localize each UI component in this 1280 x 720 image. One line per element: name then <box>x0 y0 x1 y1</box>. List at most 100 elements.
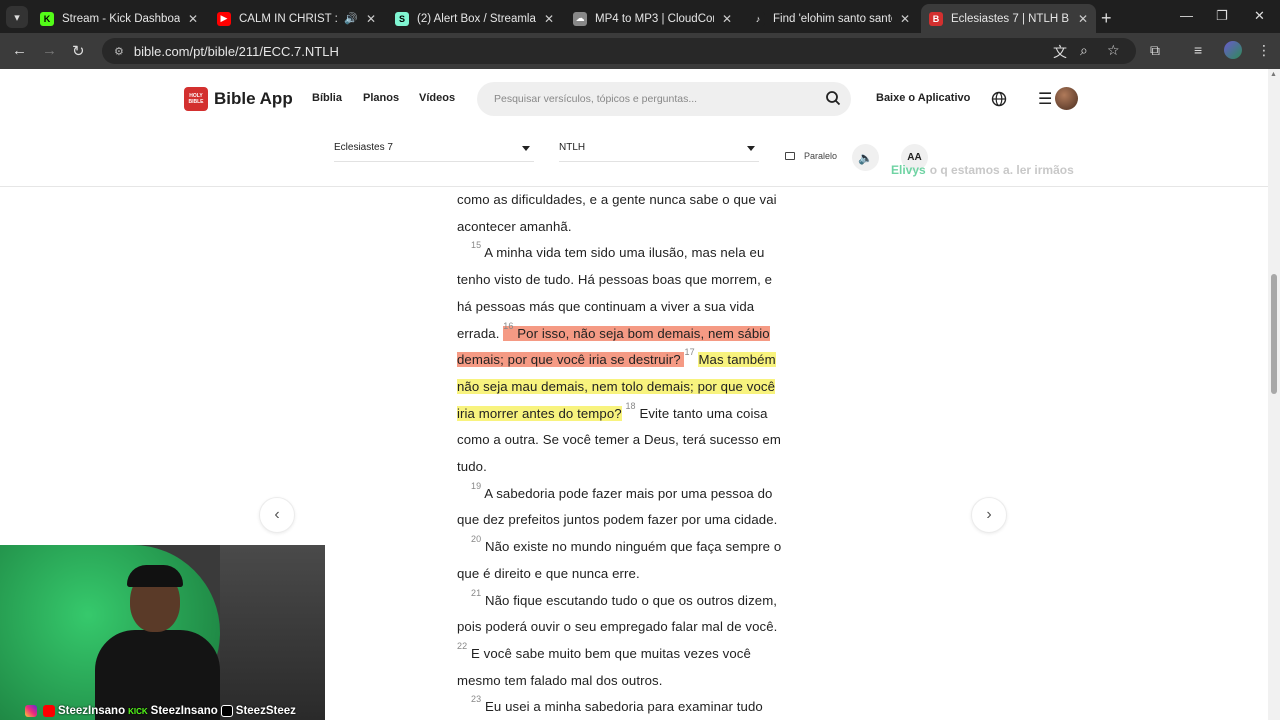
address-bar[interactable]: ⚙ bible.com/pt/bible/211/ECC.7.NTLH <box>102 38 1136 64</box>
close-tab-icon[interactable]: ✕ <box>366 12 376 26</box>
zoom-icon[interactable]: ⌕ <box>1080 42 1088 59</box>
search-input[interactable]: Pesquisar versículos, tópicos e pergunta… <box>477 82 851 116</box>
streamer-cap <box>127 565 183 587</box>
previous-chapter-button[interactable]: ‹ <box>259 497 295 533</box>
parallel-toggle[interactable]: Paralelo <box>785 151 837 161</box>
kick-icon: KICK <box>128 706 148 716</box>
tab-title: MP4 to MP3 | CloudConve <box>595 12 714 25</box>
youtube-icon <box>43 705 55 717</box>
browser-toolbar: ← → ↻ ⚙ bible.com/pt/bible/211/ECC.7.NTL… <box>0 33 1280 69</box>
close-tab-icon[interactable]: ✕ <box>900 12 910 26</box>
verse-line: demais; por que você iria se destruir? 1… <box>457 347 807 374</box>
audio-speaker-icon[interactable]: 🔈 <box>852 144 879 171</box>
verse-line: como as dificuldades, e a gente nunca sa… <box>457 192 777 207</box>
verse-16-highlight[interactable]: demais; por que você iria se destruir? <box>457 352 685 368</box>
tab-search-icon[interactable]: ▾ <box>6 6 28 28</box>
forward-icon[interactable]: → <box>42 42 57 59</box>
instagram-handle: SteezInsano <box>58 705 126 717</box>
browser-menu-icon[interactable]: ⋮ <box>1257 42 1271 59</box>
scroll-up-icon[interactable]: ▲ <box>1270 71 1277 78</box>
nav-planos[interactable]: Planos <box>363 92 399 104</box>
tab-title: CALM IN CHRIST : Inst <box>239 12 338 25</box>
chapter-text: como as dificuldades, e a gente nunca sa… <box>457 187 807 720</box>
verse-17-highlight[interactable]: iria morrer antes do tempo? <box>457 405 622 421</box>
next-chapter-button[interactable]: › <box>971 497 1007 533</box>
tab-calm-in-christ[interactable]: ▶ CALM IN CHRIST : Inst 🔊 ✕ <box>209 4 384 33</box>
close-tab-icon[interactable]: ✕ <box>188 12 198 26</box>
verse-line: acontecer amanhã. <box>457 218 572 234</box>
user-avatar[interactable] <box>1055 87 1078 110</box>
verse-15[interactable]: 15 A minha vida tem sido uma ilusão, mas… <box>457 240 807 267</box>
logo-text: Bible App <box>214 89 293 108</box>
download-app-link[interactable]: Baixe o Aplicativo <box>876 92 970 104</box>
cloudconvert-icon: ☁ <box>573 11 587 26</box>
search-placeholder: Pesquisar versículos, tópicos e pergunta… <box>494 93 698 105</box>
globe-icon[interactable] <box>991 91 1007 107</box>
hamburger-menu-icon[interactable]: ☰ <box>1038 89 1052 109</box>
site-info-icon[interactable]: ⚙ <box>114 45 124 58</box>
verse-number: 19 <box>471 480 482 491</box>
parallel-icon <box>785 152 795 160</box>
tab-kick-dashboard[interactable]: K Stream - Kick Dashboard ✕ <box>32 4 206 33</box>
webcam-background <box>220 545 325 720</box>
verse-23[interactable]: 23 Eu usei a minha sabedoria para examin… <box>457 694 807 720</box>
page-scrollbar[interactable]: ▲ <box>1268 69 1280 720</box>
scrollbar-thumb[interactable] <box>1271 274 1277 394</box>
bible-app-logo[interactable]: HOLY BIBLE Bible App <box>184 87 293 111</box>
verse-line: mesmo tem falado mal dos outros. <box>457 672 663 688</box>
close-window-icon[interactable]: ✕ <box>1254 8 1265 24</box>
verse-line: tenho visto de tudo. Há pessoas boas que… <box>457 272 773 288</box>
new-tab-icon[interactable]: + <box>1101 8 1112 29</box>
verse-22[interactable]: 22 E você sabe muito bem que muitas veze… <box>457 641 807 668</box>
close-tab-icon[interactable]: ✕ <box>1078 12 1088 26</box>
browser-tab-bar: ▾ K Stream - Kick Dashboard ✕ ▶ CALM IN … <box>0 0 1280 33</box>
close-tab-icon[interactable]: ✕ <box>722 12 732 26</box>
tab-streamlabs[interactable]: S (2) Alert Box / Streamlabs ✕ <box>387 4 562 33</box>
streamlabs-icon: S <box>395 11 409 26</box>
verse-line: há pessoas más que continuam a viver a s… <box>457 298 755 314</box>
reload-icon[interactable]: ↻ <box>72 42 85 60</box>
nav-videos[interactable]: Vídeos <box>419 92 455 104</box>
verse-20[interactable]: 20 Não existe no mundo ninguém que faça … <box>457 534 807 561</box>
book-chapter-select[interactable]: Eclesiastes 7 <box>334 142 534 162</box>
verse-line: pois poderá ouvir o seu empregado falar … <box>457 619 778 635</box>
close-tab-icon[interactable]: ✕ <box>544 12 554 26</box>
streamer-webcam: SteezInsano KICK SteezInsano SteezSteez <box>0 545 325 720</box>
profile-avatar[interactable] <box>1224 41 1242 59</box>
chat-username: Elivys <box>891 163 926 177</box>
tab-eclesiastes[interactable]: B Eclesiastes 7 | NTLH Bíblia ✕ <box>921 4 1096 33</box>
book-chapter-value: Eclesiastes 7 <box>334 142 393 153</box>
translate-icon[interactable]: 文 <box>1053 42 1067 62</box>
extensions-icon[interactable]: ⧉ <box>1150 42 1160 59</box>
media-control-icon[interactable]: ≡ <box>1194 42 1202 58</box>
verse-number: 20 <box>471 534 482 545</box>
verse-number: 17 <box>684 347 695 358</box>
verse-21[interactable]: 21 Não fique escutando tudo o que os out… <box>457 588 807 615</box>
verse-17-highlight[interactable]: não seja mau demais, nem tolo demais; po… <box>457 378 776 394</box>
nav-biblia[interactable]: Bíblia <box>312 92 342 104</box>
verse-17-highlight[interactable]: Mas também <box>698 352 776 368</box>
youtube-icon: ▶ <box>217 11 231 26</box>
verse-line: tudo. <box>457 459 487 475</box>
bible-icon: B <box>929 11 943 26</box>
instagram-icon <box>25 705 37 717</box>
parallel-label: Paralelo <box>804 151 838 161</box>
verse-line: que dez prefeitos juntos podem fazer por… <box>457 512 778 528</box>
audio-playing-icon[interactable]: 🔊 <box>344 12 358 25</box>
back-icon[interactable]: ← <box>12 42 27 59</box>
restore-icon[interactable]: ❐ <box>1216 8 1228 24</box>
verse-19[interactable]: 19 A sabedoria pode fazer mais por uma p… <box>457 481 807 508</box>
bookmark-star-icon[interactable]: ☆ <box>1107 42 1120 59</box>
tab-tiktok[interactable]: ♪ Find 'elohim santo santo ' ✕ <box>743 4 918 33</box>
verse-line: que é direito e que nunca erre. <box>457 565 640 581</box>
tiktok-icon <box>220 705 233 717</box>
kick-icon: K <box>40 11 54 26</box>
minimize-icon[interactable]: — <box>1180 8 1193 23</box>
verse-number: 22 <box>457 640 468 651</box>
url-text: bible.com/pt/bible/211/ECC.7.NTLH <box>133 43 339 59</box>
version-select[interactable]: NTLH <box>559 142 759 162</box>
search-icon[interactable] <box>825 90 841 106</box>
verse-16-highlight[interactable]: 16 Por isso, não seja bom demais, nem sá… <box>503 321 770 341</box>
tab-cloudconvert[interactable]: ☁ MP4 to MP3 | CloudConve ✕ <box>565 4 740 33</box>
version-value: NTLH <box>559 142 586 153</box>
